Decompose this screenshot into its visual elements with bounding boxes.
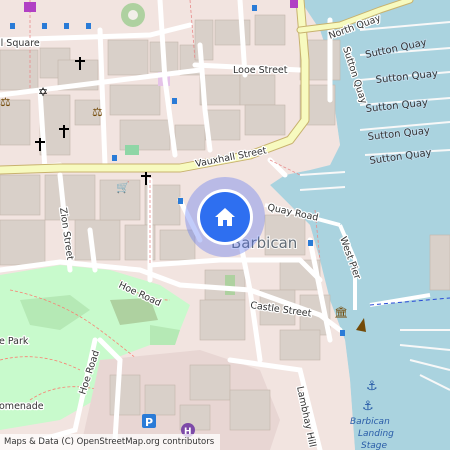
location-marker[interactable] (200, 192, 250, 242)
landing-stage-label: Landing (358, 429, 394, 439)
map-attribution[interactable]: Maps & Data (C) OpenStreetMap.org contri… (0, 434, 221, 450)
quay-road-label: Quay Road (266, 202, 319, 224)
castle-street-label: Castle Street (250, 300, 313, 319)
landing-stage-label: Barbican (350, 417, 390, 427)
looe-street-label: Looe Street (233, 65, 288, 76)
hoe-road-label: Hoe Road (117, 280, 163, 309)
sutton-quay-label: Sutton Quay (364, 37, 427, 61)
hoe-road-vertical-label: Hoe Road (77, 349, 102, 396)
park-label: e Park (0, 336, 29, 347)
west-pier-label: West Pier (337, 235, 363, 280)
landing-stage-label: Stage (361, 441, 387, 450)
lambhay-hill-label: Lambhay Hill (294, 385, 318, 448)
sutton-quay-label: Sutton Quay (365, 98, 428, 115)
vauxhall-street-label: Vauxhall Street (194, 145, 267, 170)
sutton-quay-label: Sutton Quay (369, 147, 432, 167)
promenade-label: omenade (0, 401, 44, 412)
sutton-quay-label: Sutton Quay (367, 126, 430, 143)
north-quay-label: North Quay (327, 13, 382, 42)
square-label: ll Square (0, 38, 40, 49)
map-view[interactable]: ✡ ⚖ ⚖ 🛒 🏛 ⚓ ⚓ P H ll Square Looe Street … (0, 0, 450, 450)
zion-street-label: Zion Street (57, 207, 75, 261)
home-icon (215, 208, 235, 226)
sutton-quay-label: Sutton Quay (375, 69, 438, 86)
